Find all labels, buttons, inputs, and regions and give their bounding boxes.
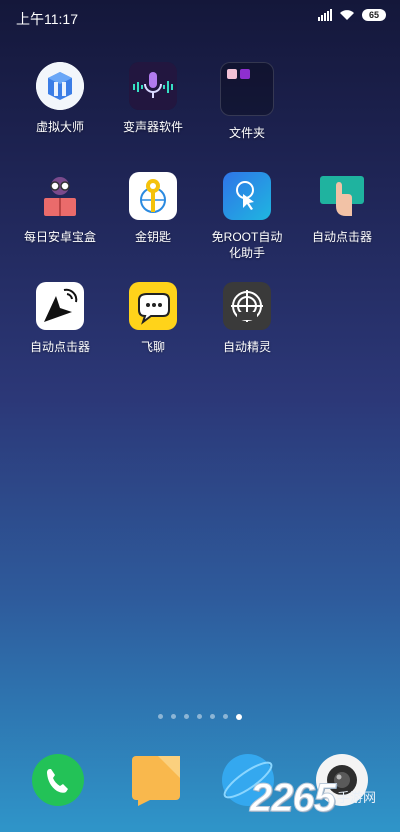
page-dot[interactable] xyxy=(223,714,228,719)
app-label: 自动点击器 xyxy=(29,340,90,354)
folder-icon xyxy=(220,62,274,116)
folder-mini-app-icon xyxy=(240,69,250,79)
watermark-number: 2265 xyxy=(250,776,337,821)
app-folder[interactable]: 文件夹 xyxy=(201,62,293,141)
status-bar: 上午11:17 65 xyxy=(0,0,400,34)
auto-clicker-hand-icon xyxy=(318,172,366,220)
app-label: 飞聊 xyxy=(140,340,165,354)
app-virtual-master[interactable]: 虚拟大师 xyxy=(14,62,106,135)
app-feiliao[interactable]: 飞聊 xyxy=(107,282,199,355)
status-time: 上午11:17 xyxy=(16,11,78,27)
app-auto-clicker[interactable]: 自动点击器 xyxy=(296,172,388,245)
golden-key-icon xyxy=(129,172,177,220)
virtual-master-icon xyxy=(36,62,84,110)
daily-android-box-icon xyxy=(36,172,84,220)
page-dot[interactable] xyxy=(197,714,202,719)
feiliao-icon xyxy=(129,282,177,330)
page-indicator[interactable] xyxy=(0,713,400,720)
signal-icon xyxy=(318,9,332,21)
app-label: 金钥匙 xyxy=(134,230,171,244)
phone-icon xyxy=(32,754,84,806)
auto-sprite-icon xyxy=(223,282,271,330)
app-daily-android-box[interactable]: 每日安卓宝盒 xyxy=(14,172,106,245)
status-icons: 65 xyxy=(318,9,386,21)
page-dot[interactable] xyxy=(171,714,176,719)
app-label: 自动点击器 xyxy=(311,230,372,244)
app-voice-changer[interactable]: 变声器软件 xyxy=(107,62,199,135)
page-dot[interactable] xyxy=(184,714,189,719)
app-no-root-automation[interactable]: 免ROOT自动 化助手 xyxy=(201,172,293,261)
dock-messages[interactable] xyxy=(128,752,184,808)
app-label: 虚拟大师 xyxy=(35,120,84,134)
voice-changer-icon xyxy=(129,62,177,110)
app-auto-sprite[interactable]: 自动精灵 xyxy=(201,282,293,355)
app-label: 文件夹 xyxy=(228,126,265,140)
page-dot[interactable] xyxy=(210,714,215,719)
no-root-automation-icon xyxy=(223,172,271,220)
watermark: 2265 手游网 xyxy=(250,776,376,821)
page-dot[interactable] xyxy=(158,714,163,719)
app-label: 免ROOT自动 化助手 xyxy=(211,230,283,260)
wifi-icon xyxy=(340,10,354,20)
battery-icon: 65 xyxy=(362,9,386,21)
app-label: 自动精灵 xyxy=(222,340,271,354)
messages-icon xyxy=(132,756,180,806)
app-label: 每日安卓宝盒 xyxy=(23,230,96,244)
page-dot-active[interactable] xyxy=(236,713,242,720)
app-golden-key[interactable]: 金钥匙 xyxy=(107,172,199,245)
folder-mini-app-icon xyxy=(227,69,237,79)
watermark-text: 手游网 xyxy=(336,790,376,805)
app-label: 变声器软件 xyxy=(122,120,183,134)
dock-phone[interactable] xyxy=(30,752,86,808)
auto-clicker-cursor-icon xyxy=(36,282,84,330)
app-auto-clicker-2[interactable]: 自动点击器 xyxy=(14,282,106,355)
